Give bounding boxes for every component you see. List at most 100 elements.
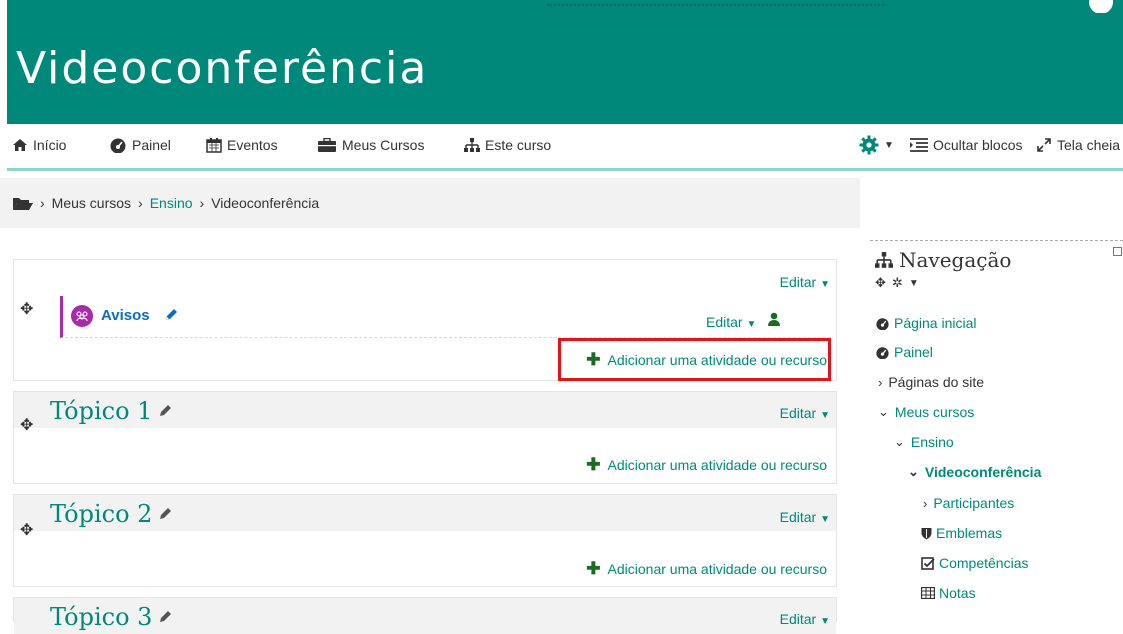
move-icon[interactable]: ✥	[20, 415, 33, 435]
nav-dashboard-label: Painel	[132, 137, 171, 153]
expand-icon	[1037, 138, 1051, 152]
top-strip	[7, 0, 1123, 13]
breadcrumb-separator: ›	[40, 195, 45, 211]
nav-item-videoconferencia[interactable]: ⌄ Videoconferência	[908, 464, 1041, 480]
nav-events[interactable]: Eventos	[206, 137, 278, 153]
nav-dashboard[interactable]: Painel	[109, 137, 171, 153]
activity-edit-label: Editar	[706, 314, 743, 330]
section-title: Tópico 1	[50, 397, 172, 425]
section-edit-label: Editar	[779, 405, 817, 421]
activity-name-link[interactable]: Avisos	[101, 307, 150, 324]
forum-icon	[71, 305, 93, 327]
calendar-icon	[206, 138, 222, 153]
breadcrumb-my-courses[interactable]: Meus cursos	[52, 195, 131, 211]
caret-down-icon: ▼	[884, 139, 894, 151]
nav-item-site-pages[interactable]: › Páginas do site	[878, 374, 984, 390]
folder-open-icon[interactable]	[13, 196, 33, 211]
section-title: Tópico 3	[50, 603, 172, 631]
nav-this-course[interactable]: Este curso	[464, 137, 551, 153]
move-icon[interactable]: ✥	[20, 520, 33, 540]
settings-menu[interactable]: ▼	[859, 135, 894, 155]
nav-item-label: Videoconferência	[924, 464, 1042, 480]
fullscreen-label: Tela cheia	[1057, 137, 1121, 153]
section-edit-label: Editar	[779, 274, 817, 290]
navigation-block: Navegação ✥ ✲ ▼ Página inicial Painel › …	[870, 240, 1123, 622]
pencil-icon[interactable]	[158, 610, 172, 624]
section-topic-2: Tópico 2 ✥ Editar ▼ ✚ Adicionar uma ativi…	[13, 494, 837, 587]
move-icon[interactable]: ✥	[20, 299, 33, 319]
activity-edit-menu[interactable]: Editar ▼	[706, 314, 756, 330]
home-icon	[13, 139, 27, 151]
nav-item-my-courses[interactable]: ⌄ Meus cursos	[878, 404, 974, 420]
user-icon[interactable]	[768, 312, 780, 326]
section-title-text[interactable]: Tópico 1	[50, 397, 152, 425]
nav-item-label: Participantes	[933, 495, 1015, 511]
hide-blocks-label: Ocultar blocos	[933, 137, 1023, 153]
activity-forum: Avisos Editar ▼	[60, 296, 831, 338]
collapse-icon[interactable]	[1113, 247, 1122, 256]
breadcrumb-ensino[interactable]: Ensino	[150, 195, 193, 211]
plus-icon: ✚	[586, 455, 601, 474]
nav-item-label: Páginas do site	[888, 374, 985, 390]
pencil-icon[interactable]	[158, 507, 172, 521]
gear-icon[interactable]: ✲	[892, 275, 903, 291]
section-title-text[interactable]: Tópico 3	[50, 603, 152, 631]
checkbox-icon	[921, 556, 935, 570]
nav-home-label: Início	[33, 137, 67, 153]
nav-item-competencies[interactable]: Competências	[921, 555, 1029, 571]
section-edit-menu[interactable]: Editar ▼	[780, 274, 830, 290]
pencil-icon[interactable]	[164, 308, 178, 322]
dashboard-icon	[876, 346, 889, 359]
nav-my-courses-label: Meus Cursos	[342, 137, 425, 153]
nav-item-badges[interactable]: Emblemas	[921, 525, 1002, 541]
nav-item-ensino[interactable]: ⌄ Ensino	[894, 434, 954, 450]
nav-this-course-label: Este curso	[485, 137, 552, 153]
caret-down-icon: ▼	[820, 410, 830, 421]
nav-item-grades[interactable]: Notas	[921, 585, 976, 601]
section-topic-1: Tópico 1 ✥ Editar ▼ ✚ Adicionar uma ativi…	[13, 391, 837, 484]
block-controls: ✥ ✲ ▼	[875, 275, 919, 291]
course-banner: Videoconferência	[7, 13, 1123, 124]
dashboard-icon	[110, 138, 126, 153]
add-activity-button[interactable]: ✚ Adicionar uma atividade ou recurso	[586, 559, 827, 579]
nav-home[interactable]: Início	[12, 137, 66, 153]
block-title-text: Navegação	[899, 248, 1012, 272]
sitemap-icon	[464, 137, 480, 152]
table-icon	[921, 587, 935, 599]
block-title: Navegação	[875, 248, 1011, 272]
nav-item-home[interactable]: Página inicial	[875, 315, 977, 331]
top-strip-divider	[547, 0, 887, 6]
nav-item-dashboard[interactable]: Painel	[875, 344, 933, 360]
nav-item-participants[interactable]: › Participantes	[923, 495, 1014, 511]
section-edit-menu[interactable]: Editar ▼	[780, 405, 830, 421]
chevron-down-icon: ⌄	[894, 434, 905, 449]
course-title: Videoconferência	[16, 43, 429, 94]
section-title-text[interactable]: Tópico 2	[50, 500, 152, 528]
pencil-icon[interactable]	[158, 404, 172, 418]
breadcrumb: › Meus cursos › Ensino › Videoconferênci…	[13, 195, 319, 211]
caret-down-icon: ▼	[820, 616, 830, 627]
nav-events-label: Eventos	[227, 137, 278, 153]
nav-item-label: Página inicial	[894, 315, 977, 331]
section-edit-menu[interactable]: Editar ▼	[780, 509, 830, 525]
chevron-right-icon: ›	[878, 374, 883, 390]
nav-item-label: Ensino	[910, 434, 954, 450]
add-activity-label: Adicionar uma atividade ou recurso	[607, 561, 827, 577]
hide-blocks-button[interactable]: Ocultar blocos	[910, 137, 1022, 153]
chevron-down-icon: ⌄	[908, 464, 919, 479]
caret-down-icon: ▼	[746, 319, 757, 330]
add-activity-button[interactable]: ✚ Adicionar uma atividade ou recurso	[586, 455, 827, 475]
chevron-right-icon: ›	[923, 495, 928, 511]
caret-down-icon[interactable]: ▼	[909, 278, 919, 289]
move-icon[interactable]: ✥	[875, 275, 886, 291]
chevron-down-icon: ⌄	[878, 404, 889, 419]
main-navbar: Início Painel Eventos Meus Cursos Este c…	[7, 124, 1123, 171]
section-edit-menu[interactable]: Editar ▼	[780, 611, 830, 627]
breadcrumb-current: Videoconferência	[211, 195, 320, 211]
section-edit-label: Editar	[779, 611, 817, 627]
nav-my-courses[interactable]: Meus Cursos	[317, 137, 424, 153]
user-avatar[interactable]	[1089, 0, 1113, 13]
breadcrumb-separator: ›	[199, 195, 205, 211]
fullscreen-button[interactable]: Tela cheia	[1036, 137, 1120, 153]
nav-item-label: Notas	[939, 585, 976, 601]
